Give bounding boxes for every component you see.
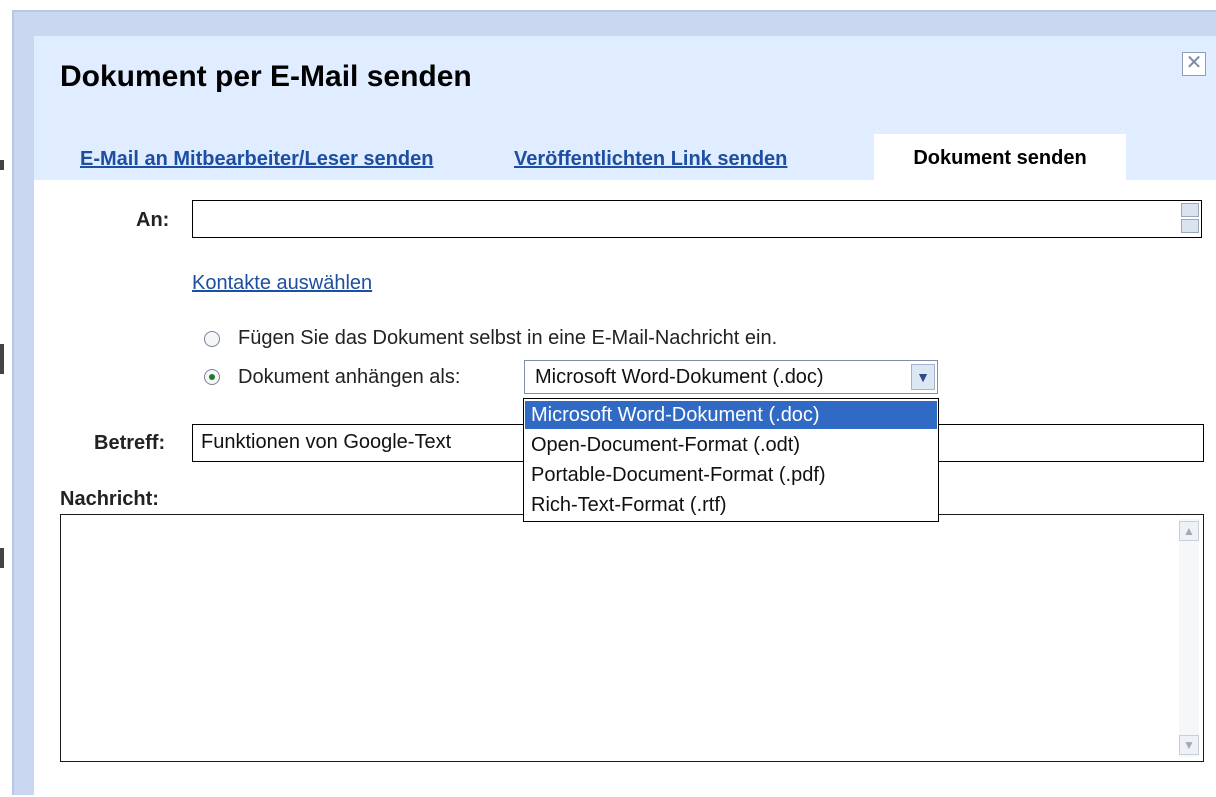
- radio-attach-document[interactable]: [204, 369, 220, 385]
- tab-send-published-link[interactable]: Veröffentlichten Link senden: [514, 148, 787, 171]
- format-option-pdf[interactable]: Portable-Document-Format (.pdf): [525, 461, 937, 489]
- tab-email-collaborators[interactable]: E-Mail an Mitbearbeiter/Leser senden: [80, 148, 433, 171]
- format-select[interactable]: Microsoft Word-Dokument (.doc) ▼: [524, 360, 938, 394]
- background-page: [0, 0, 10, 797]
- message-scrollbar[interactable]: ▲ ▼: [1179, 519, 1199, 757]
- close-icon[interactable]: ✕: [1182, 52, 1206, 76]
- tab-send-document[interactable]: Dokument senden: [874, 134, 1126, 180]
- radio-insert-in-message[interactable]: [204, 331, 220, 347]
- chevron-down-icon[interactable]: ▼: [911, 364, 935, 390]
- dialog-titlebar: Dokument per E-Mail senden: [34, 36, 1216, 116]
- scroll-down-icon[interactable]: ▼: [1179, 735, 1199, 755]
- scroll-up-icon[interactable]: ▲: [1179, 521, 1199, 541]
- message-field[interactable]: ▲ ▼: [60, 514, 1204, 762]
- message-label: Nachricht:: [60, 488, 159, 510]
- format-option-doc[interactable]: Microsoft Word-Dokument (.doc): [525, 401, 937, 429]
- radio-insert-label: Fügen Sie das Dokument selbst in eine E-…: [238, 327, 778, 349]
- tab-bar: E-Mail an Mitbearbeiter/Leser senden Ver…: [34, 116, 1216, 180]
- format-option-odt[interactable]: Open-Document-Format (.odt): [525, 431, 937, 459]
- spinner-up[interactable]: [1181, 203, 1199, 217]
- spinner-icon[interactable]: [1181, 203, 1199, 233]
- subject-field-value: Funktionen von Google-Text: [201, 431, 452, 453]
- background-fragment: [0, 548, 4, 568]
- format-dropdown-list: Microsoft Word-Dokument (.doc) Open-Docu…: [523, 398, 939, 522]
- format-select-value: Microsoft Word-Dokument (.doc): [535, 366, 824, 388]
- to-label: An:: [136, 209, 170, 231]
- dialog-title: Dokument per E-Mail senden: [60, 60, 472, 93]
- to-field[interactable]: [192, 200, 1202, 238]
- select-contacts-link[interactable]: Kontakte auswählen: [192, 272, 372, 295]
- spinner-down[interactable]: [1181, 219, 1199, 233]
- format-option-rtf[interactable]: Rich-Text-Format (.rtf): [525, 491, 937, 519]
- background-fragment: [0, 160, 4, 170]
- subject-label: Betreff:: [94, 432, 166, 454]
- background-fragment: [0, 344, 4, 374]
- radio-attach-label: Dokument anhängen als:: [238, 366, 461, 388]
